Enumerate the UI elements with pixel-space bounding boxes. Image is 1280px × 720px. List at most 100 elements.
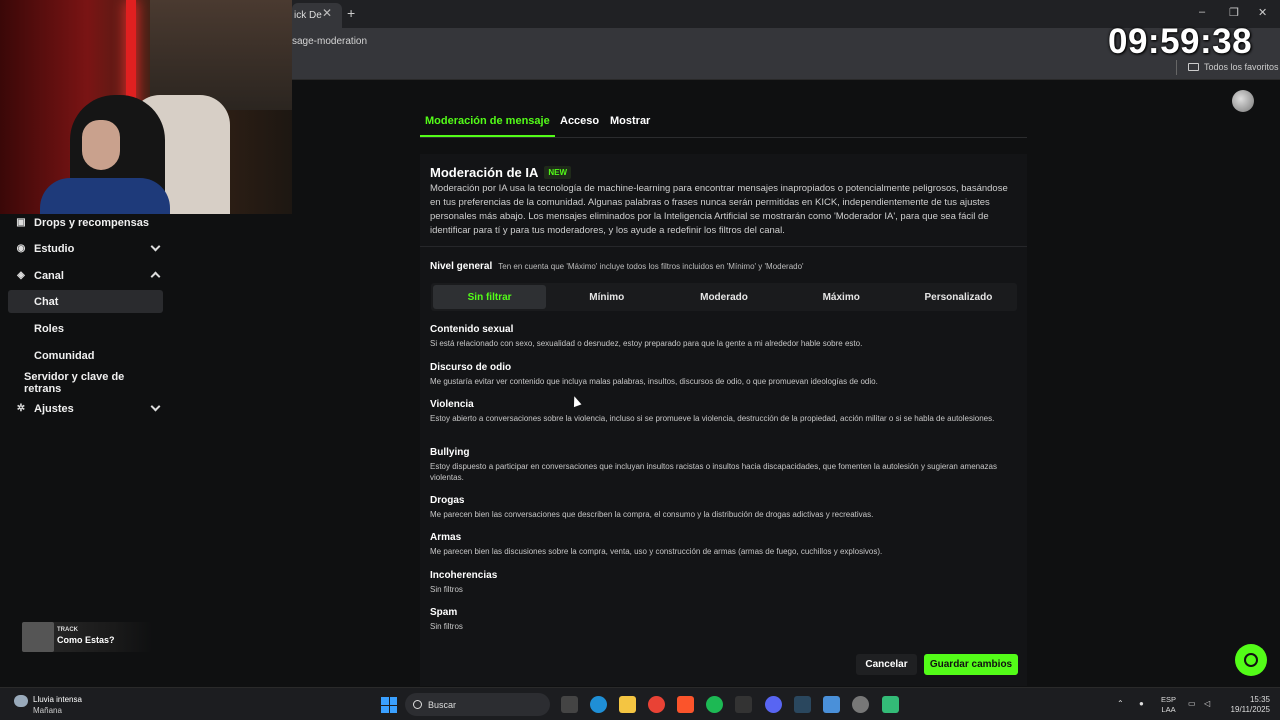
tab-display[interactable]: Mostrar — [610, 115, 650, 127]
filter-description: Me gustaría evitar ver contenido que inc… — [430, 377, 878, 386]
level-hint: Ten en cuenta que 'Máximo' incluye todos… — [498, 262, 804, 271]
notepad-icon[interactable] — [823, 696, 840, 713]
network-icon[interactable]: ▭ — [1188, 699, 1196, 708]
sidebar-item-stream-key[interactable]: Servidor y clave de retrans — [8, 371, 163, 395]
sidebar-item-settings[interactable]: ✲ Ajustes — [8, 397, 163, 420]
close-tab-icon[interactable]: ✕ — [322, 6, 332, 20]
language-indicator[interactable]: ESP LAA — [1161, 695, 1176, 715]
level-option-maximo[interactable]: Máximo — [785, 285, 898, 309]
sidebar-item-studio[interactable]: ◉ Estudio — [8, 237, 163, 260]
gear-icon: ✲ — [16, 403, 26, 414]
studio-icon: ◉ — [16, 243, 26, 254]
level-option-moderado[interactable]: Moderado — [667, 285, 780, 309]
sidebar-item-drops[interactable]: ▣ Drops y recompensas — [8, 211, 163, 234]
all-bookmarks-button[interactable]: Todos los favoritos — [1188, 62, 1279, 72]
level-label: Nivel general — [430, 261, 493, 272]
url-text[interactable]: sage-moderation — [292, 36, 367, 47]
filter-description: Estoy dispuesto a participar en conversa… — [430, 462, 997, 482]
overlay-clock: 09:59:38 — [1108, 22, 1253, 61]
support-chat-button[interactable] — [1235, 644, 1267, 676]
task-view-icon[interactable] — [561, 696, 578, 713]
steam-icon[interactable] — [794, 696, 811, 713]
app-icon[interactable] — [882, 696, 899, 713]
browser-tab-title: ick De — [294, 10, 322, 21]
taskbar-search-label: Buscar — [428, 699, 457, 710]
track-title: Como Estas? — [57, 635, 115, 645]
all-bookmarks-label: Todos los favoritos — [1204, 62, 1279, 72]
windows-taskbar: Lluvia intensa Mañana Buscar ⌃ ● ESP LAA… — [0, 687, 1280, 720]
keyboard-layout: LAA — [1161, 705, 1176, 714]
cancel-button[interactable]: Cancelar — [856, 654, 917, 675]
headset-icon — [1244, 653, 1258, 667]
filter-title: Contenido sexual — [430, 324, 514, 335]
filter-hate-speech: Discurso de odio Me gustaría evitar ver … — [430, 362, 1020, 388]
filter-description: Me parecen bien las discusiones sobre la… — [430, 547, 883, 556]
filter-title: Bullying — [430, 447, 470, 458]
filter-title: Incoherencias — [430, 570, 498, 581]
filter-title: Armas — [430, 532, 462, 543]
tab-message-moderation[interactable]: Moderación de mensaje — [425, 115, 550, 127]
browser-tab[interactable]: ick De — [292, 3, 342, 28]
weather-icon[interactable] — [14, 695, 28, 707]
level-row: Nivel general Ten en cuenta que 'Máximo'… — [430, 261, 804, 272]
search-icon — [413, 700, 422, 709]
gift-icon: ▣ — [16, 217, 26, 228]
chevron-up-icon — [150, 269, 161, 283]
filter-title: Spam — [430, 607, 458, 618]
sidebar-item-label: Estudio — [34, 242, 75, 255]
active-tab-indicator — [420, 135, 555, 137]
chrome-icon[interactable] — [648, 696, 665, 713]
filter-bullying: Bullying Estoy dispuesto a participar en… — [430, 447, 1020, 483]
taskbar-search[interactable]: Buscar — [405, 693, 550, 716]
discord-icon[interactable] — [765, 696, 782, 713]
filter-description: Si está relacionado con sexo, sexualidad… — [430, 339, 863, 348]
obs-icon[interactable] — [852, 696, 869, 713]
panel-title-text: Moderación de IA — [430, 165, 539, 180]
filter-gibberish: Incoherencias Sin filtros — [430, 570, 1020, 596]
album-art — [22, 622, 54, 652]
user-avatar[interactable] — [1232, 90, 1254, 112]
now-playing-widget: TRACK Como Estas? — [22, 622, 152, 652]
filter-drugs: Drogas Me parecen bien las conversacione… — [430, 495, 1020, 521]
tab-access[interactable]: Acceso — [560, 115, 599, 127]
filter-spam: Spam Sin filtros — [430, 607, 1020, 633]
sidebar-item-label: Ajustes — [34, 402, 74, 415]
level-option-personalizado[interactable]: Personalizado — [902, 285, 1015, 309]
channel-icon: ◈ — [17, 270, 25, 281]
level-option-sin-filtrar[interactable]: Sin filtrar — [433, 285, 547, 309]
track-tag: TRACK — [57, 627, 78, 633]
filter-description: Sin filtros — [430, 622, 463, 631]
new-tab-button[interactable]: + — [347, 5, 355, 21]
sidebar-item-roles[interactable]: Roles — [8, 317, 163, 340]
edge-icon[interactable] — [590, 696, 607, 713]
tray-expand-icon[interactable]: ⌃ — [1117, 699, 1124, 708]
sidebar-item-chat[interactable]: Chat — [8, 290, 163, 313]
panel-divider — [420, 246, 1027, 247]
start-button[interactable] — [381, 697, 397, 713]
maximize-button[interactable]: ❐ — [1229, 6, 1239, 19]
weather-text[interactable]: Lluvia intensa — [33, 695, 82, 704]
brave-icon[interactable] — [677, 696, 694, 713]
language-code: ESP — [1161, 695, 1177, 704]
filter-title: Drogas — [430, 495, 465, 506]
panel-description: Moderación por IA usa la tecnología de m… — [430, 183, 1008, 236]
folder-icon — [1188, 63, 1199, 71]
file-explorer-icon[interactable] — [619, 696, 636, 713]
close-window-button[interactable]: ✕ — [1258, 6, 1267, 19]
level-selector: Sin filtrar Mínimo Moderado Máximo Perso… — [431, 283, 1017, 311]
save-changes-button[interactable]: Guardar cambios — [924, 654, 1018, 675]
filter-description: Estoy abierto a conversaciones sobre la … — [430, 414, 995, 423]
bookmarks-divider — [1176, 60, 1177, 75]
sidebar-item-community[interactable]: Comunidad — [8, 344, 163, 367]
weather-subtext: Mañana — [33, 706, 62, 715]
new-badge: NEW — [544, 166, 572, 179]
volume-icon[interactable]: ◁ — [1204, 699, 1210, 708]
level-option-minimo[interactable]: Mínimo — [550, 285, 663, 309]
filter-title: Discurso de odio — [430, 362, 512, 373]
microphone-icon[interactable]: ● — [1139, 699, 1144, 708]
system-clock[interactable]: 15:35 19/11/2025 — [1222, 695, 1270, 715]
sidebar-item-channel[interactable]: ◈ Canal — [8, 264, 163, 287]
minimize-button[interactable]: – — [1199, 6, 1205, 18]
spotify-icon[interactable] — [706, 696, 723, 713]
epic-games-icon[interactable] — [735, 696, 752, 713]
